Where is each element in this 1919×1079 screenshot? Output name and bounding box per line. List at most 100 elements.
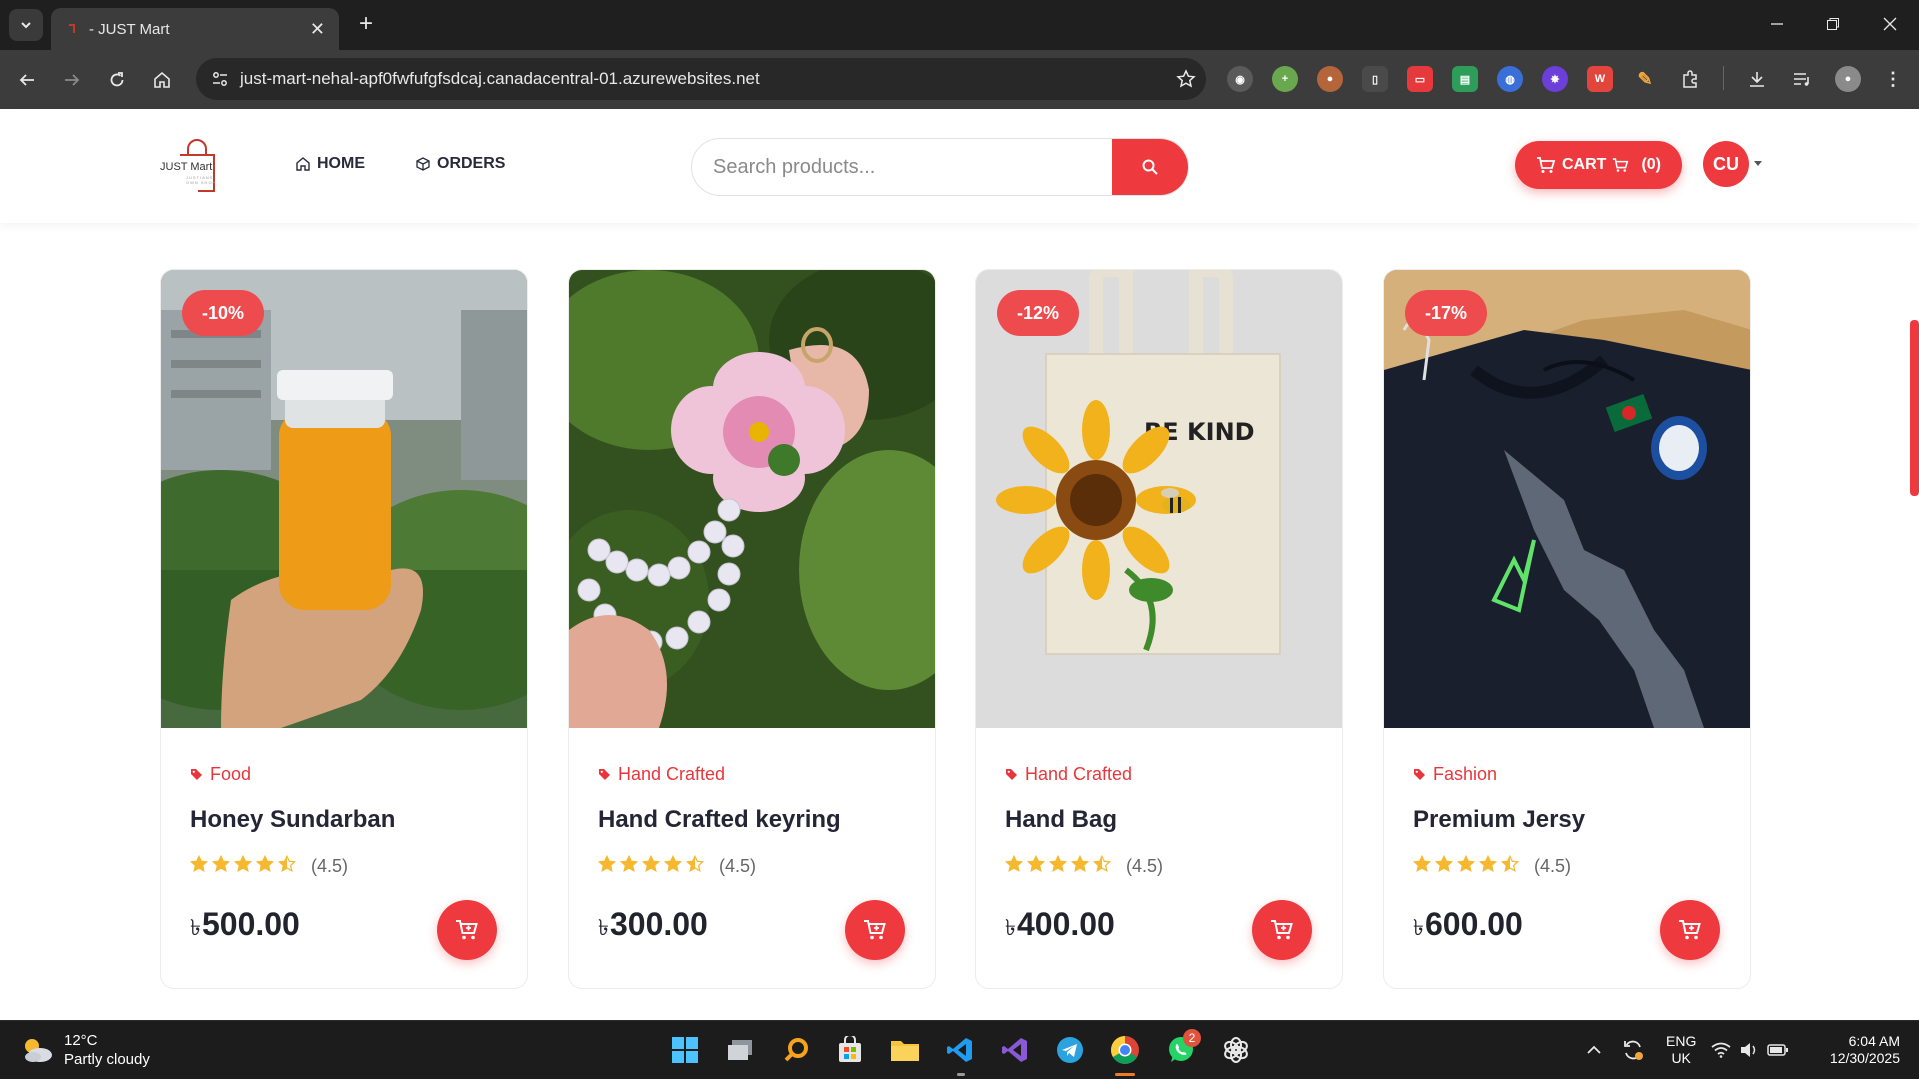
logo-text: JUST Mart <box>160 161 213 173</box>
mouse-extension-icon[interactable]: ▯ <box>1362 66 1388 92</box>
browser-tab-active[interactable]: - JUST Mart ✕ <box>51 8 339 50</box>
tag-icon <box>191 769 202 780</box>
vscode-button[interactable] <box>943 1033 977 1067</box>
add-to-cart-button[interactable] <box>845 900 905 960</box>
home-button[interactable] <box>146 64 178 96</box>
file-explorer-button[interactable] <box>888 1033 922 1067</box>
browser-tab-bar: - JUST Mart ✕ + <box>0 0 1919 50</box>
battery-icon <box>1767 1044 1788 1056</box>
docs-extension-icon[interactable]: ▤ <box>1452 66 1478 92</box>
product-card[interactable]: -17% Fashion Premium Jersy (4.5) ৳ 600.0… <box>1383 269 1751 989</box>
product-image-keyring[interactable] <box>569 270 935 728</box>
add-to-cart-button[interactable] <box>1252 900 1312 960</box>
category-label: Hand Crafted <box>618 764 726 784</box>
product-name[interactable]: Premium Jersy <box>1413 806 1585 834</box>
product-card[interactable]: Hand Crafted Hand Crafted keyring (4.5) … <box>568 269 936 989</box>
reload-button[interactable] <box>101 64 133 96</box>
product-name[interactable]: Honey Sundarban <box>190 806 395 834</box>
add-to-cart-button[interactable] <box>437 900 497 960</box>
add-to-cart-button[interactable] <box>1660 900 1720 960</box>
product-category: Hand Crafted <box>598 764 725 785</box>
pen-extension-icon[interactable]: ✎ <box>1632 66 1658 92</box>
recorder-extension-icon[interactable]: ▭ <box>1407 66 1433 92</box>
close-window-button[interactable] <box>1870 10 1910 38</box>
tag-icon <box>599 769 610 780</box>
profile-avatar-icon[interactable]: ● <box>1835 66 1861 92</box>
sync-icon <box>1624 1040 1643 1060</box>
back-button[interactable] <box>11 64 43 96</box>
forward-button[interactable] <box>56 64 88 96</box>
caret-down-icon[interactable] <box>1754 161 1762 166</box>
product-name[interactable]: Hand Bag <box>1005 806 1117 834</box>
product-card[interactable]: -10% Food Honey Sundarban (4.5) ৳ 500.00 <box>160 269 528 989</box>
visual-studio-button[interactable] <box>998 1033 1032 1067</box>
restore-icon <box>1827 18 1839 30</box>
start-button[interactable] <box>668 1033 702 1067</box>
cart-button[interactable]: CART (0) <box>1515 141 1682 189</box>
product-image-honey[interactable] <box>161 270 527 728</box>
rating-value: (4.5) <box>1126 856 1164 876</box>
star-extension-icon[interactable]: ✸ <box>1542 66 1568 92</box>
site-logo[interactable]: JUST Mart JUSTIANS OWN SHOP <box>156 139 228 197</box>
page-scrollbar-thumb[interactable] <box>1910 320 1919 496</box>
chatgpt-button[interactable] <box>1219 1033 1253 1067</box>
price-amount: 500.00 <box>201 906 300 942</box>
browser-menu-icon[interactable]: ⋮ <box>1880 66 1906 92</box>
language-indicator[interactable]: ENG UK <box>1666 1033 1696 1067</box>
forward-arrow-icon <box>65 74 80 86</box>
star-full-icon <box>211 854 231 878</box>
search-app-button[interactable] <box>779 1033 813 1067</box>
back-arrow-icon <box>19 74 34 86</box>
w-extension-icon[interactable]: W <box>1587 66 1613 92</box>
nav-orders[interactable]: ORDERS <box>415 155 505 173</box>
puzzle-icon[interactable] <box>1677 66 1703 92</box>
site-info-icon[interactable] <box>200 58 240 100</box>
product-name[interactable]: Hand Crafted keyring <box>598 806 841 834</box>
search-input[interactable] <box>692 139 1112 195</box>
clock[interactable]: 6:04 AM 12/30/2025 <box>1816 1033 1900 1067</box>
product-image-jersey[interactable] <box>1384 270 1750 728</box>
address-bar[interactable]: just-mart-nehal-apf0fwfufgfsdcaj.canadac… <box>196 58 1206 100</box>
product-image-handbag[interactable]: BE KIND <box>976 270 1342 728</box>
weather-widget[interactable]: 12°C Partly cloudy <box>20 1031 150 1069</box>
currency-symbol: ৳ <box>1413 915 1424 940</box>
tag-icon <box>1414 769 1425 780</box>
show-hidden-icons-button[interactable] <box>1577 1033 1611 1067</box>
quick-settings-button[interactable] <box>1711 1033 1789 1067</box>
restore-button[interactable] <box>1813 10 1853 38</box>
new-tab-button[interactable]: + <box>352 9 380 39</box>
microsoft-store-button[interactable] <box>833 1033 867 1067</box>
minimize-button[interactable] <box>1757 10 1797 38</box>
discount-badge: -17% <box>1405 290 1488 336</box>
toolbar-divider <box>1723 66 1724 90</box>
telegram-button[interactable] <box>1053 1033 1087 1067</box>
close-icon <box>1883 17 1897 31</box>
sync-tray-button[interactable] <box>1616 1033 1650 1067</box>
visual-studio-icon <box>1002 1038 1027 1062</box>
product-card[interactable]: BE KIND -12% Hand Crafted Hand Bag (4.5)… <box>975 269 1343 989</box>
star-full-icon <box>1456 854 1476 878</box>
cookie-extension-icon[interactable]: ● <box>1317 66 1343 92</box>
url-text[interactable]: just-mart-nehal-apf0fwfufgfsdcaj.canadac… <box>240 69 1166 89</box>
plus-extension-icon[interactable]: + <box>1272 66 1298 92</box>
task-view-button[interactable] <box>723 1033 757 1067</box>
tab-search-button[interactable] <box>9 9 43 41</box>
globe-extension-icon[interactable]: ◍ <box>1497 66 1523 92</box>
star-half-icon <box>1092 854 1112 878</box>
bookmark-star-icon[interactable] <box>1166 69 1206 89</box>
chrome-button[interactable] <box>1108 1033 1142 1067</box>
product-price: ৳ 600.00 <box>1413 906 1523 948</box>
media-control-icon[interactable] <box>1789 66 1815 92</box>
store-icon <box>839 1036 861 1062</box>
star-full-icon <box>597 854 617 878</box>
download-icon[interactable] <box>1744 66 1770 92</box>
close-tab-icon[interactable]: ✕ <box>310 19 325 40</box>
chevron-down-icon <box>21 22 31 29</box>
language-code: ENG <box>1666 1033 1697 1049</box>
nav-home[interactable]: HOME <box>295 155 365 173</box>
search-bar <box>691 138 1189 196</box>
box-icon <box>416 157 430 171</box>
user-avatar[interactable]: CU <box>1703 141 1749 187</box>
owl-extension-icon[interactable]: ◉ <box>1227 66 1253 92</box>
search-button[interactable] <box>1112 139 1188 195</box>
